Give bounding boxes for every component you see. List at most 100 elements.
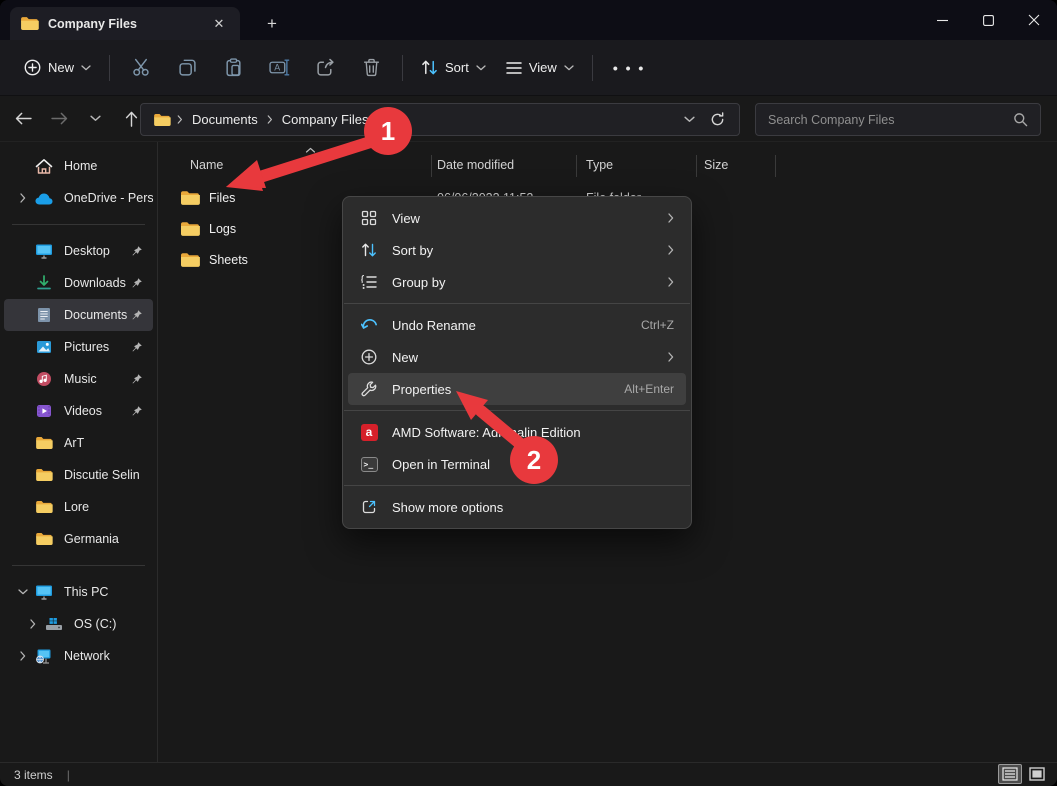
sidebar-item-onedrive[interactable]: OneDrive - Persona <box>4 182 153 214</box>
breadcrumb-chevron-icon <box>265 115 275 124</box>
desktop-icon <box>34 243 54 259</box>
large-icons-view-button[interactable] <box>1025 764 1049 784</box>
chevron-right-icon <box>668 277 674 287</box>
column-header-name[interactable]: Name <box>190 158 223 172</box>
menu-item-label: Sort by <box>392 243 654 258</box>
new-button[interactable]: New <box>14 53 101 82</box>
breadcrumb-documents[interactable]: Documents <box>185 109 265 130</box>
command-toolbar: New Sort View • • • <box>0 40 1057 96</box>
column-divider[interactable] <box>775 155 776 177</box>
sidebar-item-label: Discutie Selin <box>64 468 153 482</box>
sidebar-item-network[interactable]: Network <box>4 640 153 672</box>
sidebar-item-videos[interactable]: Videos <box>4 395 153 427</box>
trash-icon <box>363 58 380 77</box>
arrow-up-icon <box>125 111 138 127</box>
column-header-size[interactable]: Size <box>704 158 728 172</box>
sidebar-item-art[interactable]: ArT <box>4 427 153 459</box>
menu-item-show-more-options[interactable]: Show more options <box>348 491 686 523</box>
sidebar-item-pictures[interactable]: Pictures <box>4 331 153 363</box>
menu-item-label: AMD Software: Adrenalin Edition <box>392 425 674 440</box>
sidebar-item-downloads[interactable]: Downloads <box>4 267 153 299</box>
sidebar-item-documents[interactable]: Documents <box>4 299 153 331</box>
minimize-button[interactable] <box>919 0 965 40</box>
menu-item-sort-by[interactable]: Sort by <box>348 234 686 266</box>
details-view-icon <box>1002 767 1018 781</box>
chevron-right-icon[interactable] <box>16 193 30 203</box>
rename-icon <box>269 59 290 76</box>
arrow-right-icon <box>51 112 68 125</box>
menu-item-view[interactable]: View <box>348 202 686 234</box>
toolbar-separator <box>109 55 110 81</box>
downloads-icon <box>34 275 54 291</box>
tab-close-icon[interactable]: ✕ <box>208 13 230 35</box>
refresh-button[interactable] <box>703 107 731 133</box>
chevron-down-icon <box>564 65 574 71</box>
copy-button[interactable] <box>164 51 210 85</box>
column-divider[interactable] <box>431 155 432 177</box>
recent-locations-button[interactable] <box>78 103 112 135</box>
menu-item-group-by[interactable]: Group by <box>348 266 686 298</box>
address-row: Documents Company Files <box>0 96 1057 142</box>
menu-item-open-in-terminal[interactable]: >_ Open in Terminal <box>348 448 686 480</box>
new-tab-button[interactable]: + <box>258 12 286 36</box>
sidebar-item-os-c[interactable]: OS (C:) <box>4 608 153 640</box>
search-input[interactable] <box>756 113 1013 127</box>
sort-button[interactable]: Sort <box>411 53 496 82</box>
sidebar-item-label: Network <box>64 649 153 663</box>
sort-icon <box>421 59 438 76</box>
toolbar-separator <box>592 55 593 81</box>
more-options-button[interactable]: • • • <box>601 60 657 76</box>
chevron-down-icon[interactable] <box>16 589 30 595</box>
close-button[interactable] <box>1011 0 1057 40</box>
chevron-down-icon <box>81 65 91 71</box>
sidebar-item-desktop[interactable]: Desktop <box>4 235 153 267</box>
forward-button[interactable] <box>42 103 76 135</box>
view-button[interactable]: View <box>496 54 584 81</box>
chevron-right-icon <box>668 245 674 255</box>
sidebar-item-this-pc[interactable]: This PC <box>4 576 153 608</box>
sidebar-item-home[interactable]: Home <box>4 150 153 182</box>
rename-button[interactable] <box>256 51 302 85</box>
maximize-button[interactable] <box>965 0 1011 40</box>
context-menu: View Sort by Group by Undo Rename Ctrl+Z… <box>342 196 692 529</box>
this-pc-icon <box>34 584 54 600</box>
column-divider[interactable] <box>576 155 577 177</box>
sidebar-item-lore[interactable]: Lore <box>4 491 153 523</box>
file-name: Sheets <box>209 253 248 267</box>
explorer-tab[interactable]: Company Files ✕ <box>10 7 240 40</box>
menu-item-amd-software[interactable]: a AMD Software: Adrenalin Edition <box>348 416 686 448</box>
chevron-right-icon[interactable] <box>26 619 40 629</box>
back-button[interactable] <box>6 103 40 135</box>
menu-divider <box>344 485 690 486</box>
details-view-button[interactable] <box>998 764 1022 784</box>
sidebar-item-music[interactable]: Music <box>4 363 153 395</box>
sidebar-item-germania[interactable]: Germania <box>4 523 153 555</box>
chevron-right-icon[interactable] <box>16 651 30 661</box>
paste-button[interactable] <box>210 51 256 85</box>
column-headers: Name Date modified Type Size <box>159 150 1057 180</box>
menu-item-new[interactable]: New <box>348 341 686 373</box>
address-bar[interactable]: Documents Company Files <box>140 103 740 136</box>
share-button[interactable] <box>302 51 348 85</box>
menu-divider <box>344 410 690 411</box>
breadcrumb-company-files[interactable]: Company Files <box>275 109 376 130</box>
sort-ascending-indicator <box>305 147 316 153</box>
delete-button[interactable] <box>348 51 394 85</box>
pin-icon <box>131 373 143 385</box>
menu-item-undo-rename[interactable]: Undo Rename Ctrl+Z <box>348 309 686 341</box>
column-header-type[interactable]: Type <box>586 158 613 172</box>
paste-icon <box>224 58 243 77</box>
column-header-date-modified[interactable]: Date modified <box>437 158 514 172</box>
cut-button[interactable] <box>118 51 164 85</box>
sidebar-item-label: Lore <box>64 500 153 514</box>
folder-icon <box>180 221 200 237</box>
file-explorer-window: Company Files ✕ + New Sort <box>0 0 1057 786</box>
pin-icon <box>131 309 143 321</box>
menu-item-properties[interactable]: Properties Alt+Enter <box>348 373 686 405</box>
folder-icon <box>20 16 39 31</box>
address-dropdown-button[interactable] <box>675 107 703 133</box>
column-divider[interactable] <box>696 155 697 177</box>
arrow-left-icon <box>15 112 32 125</box>
sidebar-item-discutie-selin[interactable]: Discutie Selin <box>4 459 153 491</box>
menu-item-label: Group by <box>392 275 654 290</box>
